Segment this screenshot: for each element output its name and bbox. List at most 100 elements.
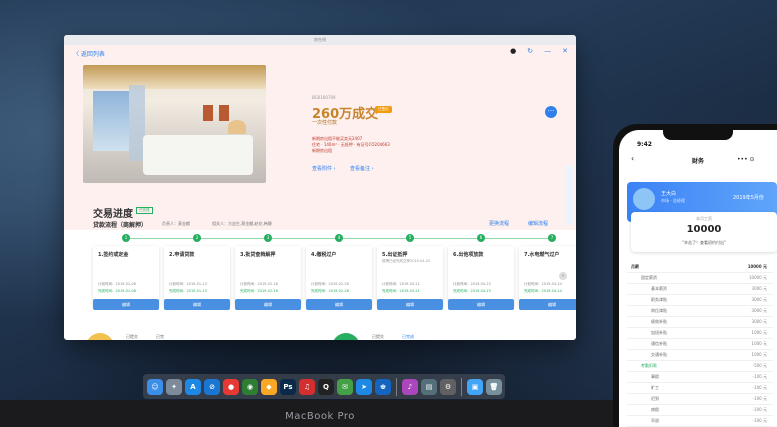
salary-row-value: 3000 元 [751, 319, 767, 324]
step-card[interactable]: 1.签约或定金计划时间：2019-01-08 完成时间：2019-01-08 [93, 246, 159, 306]
app-store-icon[interactable]: A [185, 378, 201, 395]
user-dept: 市场 · 总经理 [661, 198, 685, 203]
view-attachments-link[interactable]: 查看附件 › [312, 165, 336, 172]
step-edit-button[interactable]: 编辑 [306, 299, 372, 310]
back-to-list-link[interactable]: 〈 返回列表 [73, 49, 105, 58]
trash-icon[interactable]: 🗑 [486, 378, 502, 395]
qq-icon[interactable]: Q [318, 378, 334, 395]
close-icon[interactable]: ✕ [562, 47, 568, 55]
wechat-work-icon[interactable]: ◉ [242, 378, 258, 395]
step-title: 5.出证抵押 [382, 252, 408, 258]
step-edit-button[interactable]: 编辑 [519, 299, 576, 310]
responsible-person: 负责人：莫金麒 [162, 221, 190, 226]
window-title: 房在线 [64, 35, 576, 45]
peek-label: 已完 [156, 334, 164, 339]
salary-card: 本月工资 10000 "辛苦了！查看初约付出" [631, 212, 777, 252]
dingtalk-icon[interactable]: ➤ [356, 378, 372, 395]
dock-separator [396, 377, 397, 396]
salary-row: 月薪 10000 元 [627, 262, 773, 273]
step-card[interactable]: 6.出他项放款 计划时间：2019-04-23 完成时间：2019-04-23 [448, 246, 514, 306]
deal-info-line: 新期房出租 [312, 148, 332, 153]
deal-id: BG0160709 [312, 95, 336, 100]
salary-row-label: 旷工 [651, 385, 659, 390]
step-title: 6.出他项放款 [453, 252, 484, 258]
salary-row: 交通补贴 1000 元 [627, 350, 773, 361]
step-card[interactable]: 2.申请贷款 计划时间：2019-01-13 完成时间：2019-01-13 [164, 246, 230, 306]
itunes-icon[interactable]: ♪ [402, 378, 418, 395]
step-card[interactable]: 5.出证抵押 按揭已经完成交房2019.04.20 计划时间：2019-03-21 完… [377, 246, 443, 306]
progress-status-badge: 已完成 [136, 207, 153, 214]
step-done-time: 完成时间：2019-01-08 [98, 289, 136, 293]
step-edit-button[interactable]: 编辑 [93, 299, 159, 310]
salary-row: 迟到 -100 元 [627, 394, 773, 405]
salary-row-label: 绩效补贴 [651, 319, 667, 324]
step-title: 7.水电燃气过户 [524, 252, 560, 258]
salary-row-label: 交通补贴 [651, 352, 667, 357]
step-card[interactable]: 7.水电燃气过户 计划时间：2019-04-24 完成时间：2019-04-24 [519, 246, 576, 306]
salary-row: 绩效补贴 3000 元 [627, 317, 773, 328]
preview-icon[interactable]: ▤ [421, 378, 437, 395]
contacts-icon[interactable]: ♚ [375, 378, 391, 395]
step-dot: 5 [406, 234, 414, 242]
avatar-icon[interactable]: ● [510, 47, 516, 55]
sketch-icon[interactable]: ◆ [261, 378, 277, 395]
step-plan-time: 计划时间：2019-03-21 [382, 282, 420, 286]
more-options-button[interactable]: ··· [545, 106, 557, 118]
peek-label: 已提交 [126, 334, 138, 339]
salary-row-label: 通信补贴 [651, 341, 667, 346]
step-edit-button[interactable]: 编辑 [377, 299, 443, 310]
netease-music-icon[interactable]: ♫ [299, 378, 315, 395]
step-done-time: 完成时间：2019-02-26 [311, 289, 349, 293]
step-done-time: 完成时间：2019-04-24 [524, 289, 562, 293]
menu-icon[interactable]: ••• ⊙ [737, 156, 755, 163]
salary-row: 事假 -100 元 [627, 372, 773, 383]
salary-row: 岗位津贴 3000 元 [627, 306, 773, 317]
salary-row: 早退 -100 元 [627, 416, 773, 427]
salary-row-label: 职务津贴 [651, 297, 667, 302]
system-prefs-icon[interactable]: ⚙ [440, 378, 456, 395]
salary-row: 考勤扣款 -500 元 [627, 361, 773, 372]
side-scroll-rail[interactable] [565, 165, 573, 225]
deal-hero: 〈 返回列表 ● ↻ — ✕ BG0160709 260万成交 已签约 一次性付… [64, 45, 576, 230]
salary-row-value: -100 元 [752, 374, 767, 379]
step-plan-time: 计划时间：2019-01-08 [98, 282, 136, 286]
launchpad-icon[interactable]: ✦ [166, 378, 182, 395]
salary-row: 加班补贴 1000 元 [627, 328, 773, 339]
salary-row: 旷工 -100 元 [627, 383, 773, 394]
flow-name: 贷款流程（商解押） [93, 222, 148, 229]
step-title: 3.批贷查档解押 [240, 252, 276, 258]
salary-row: 通信补贴 1000 元 [627, 339, 773, 350]
salary-row-label: 早退 [651, 418, 659, 423]
salary-row-value: 1000 元 [751, 330, 767, 335]
step-edit-button[interactable]: 编辑 [235, 299, 301, 310]
chrome-icon[interactable]: ● [223, 378, 239, 395]
step-title: 1.签约或定金 [98, 252, 129, 258]
next-section-avatar [332, 333, 360, 340]
finder-icon[interactable]: ☺ [147, 378, 163, 395]
property-photo[interactable] [83, 65, 266, 183]
refresh-icon[interactable]: ↻ [527, 47, 533, 55]
related-persons: 相关人：方益生,莫金麒,赵花,韩静 [212, 221, 272, 226]
step-card[interactable]: 4.缴税过户 计划时间：2019-02-26 完成时间：2019-02-26 [306, 246, 372, 306]
change-flow-button[interactable]: 更换流程 [489, 220, 509, 227]
step-title: 4.缴税过户 [311, 252, 337, 258]
salary-row-value: 10000 元 [749, 275, 767, 280]
wechat-icon[interactable]: ✉ [337, 378, 353, 395]
salary-thanks: "辛苦了！查看初约付出" [682, 240, 726, 245]
minimize-icon[interactable]: — [544, 47, 551, 55]
step-plan-time: 计划时间：2019-02-16 [240, 282, 278, 286]
safari-icon[interactable]: ⊘ [204, 378, 220, 395]
avatar [633, 188, 655, 210]
step-edit-button[interactable]: 编辑 [448, 299, 514, 310]
salary-row-label: 病假 [651, 407, 659, 412]
view-notes-link[interactable]: 查看备注 › [350, 165, 374, 172]
edit-flow-button[interactable]: 编辑流程 [528, 220, 548, 227]
salary-row-label: 月薪 [631, 264, 639, 269]
downloads-icon[interactable]: ▣ [467, 378, 483, 395]
salary-row-label: 固定薪资 [641, 275, 657, 280]
photoshop-icon[interactable]: Ps [280, 378, 296, 395]
salary-row-label: 加班补贴 [651, 330, 667, 335]
step-edit-button[interactable]: 编辑 [164, 299, 230, 310]
next-steps-arrow[interactable]: › [559, 272, 567, 280]
step-card[interactable]: 3.批贷查档解押 计划时间：2019-02-16 完成时间：2019-02-16 [235, 246, 301, 306]
